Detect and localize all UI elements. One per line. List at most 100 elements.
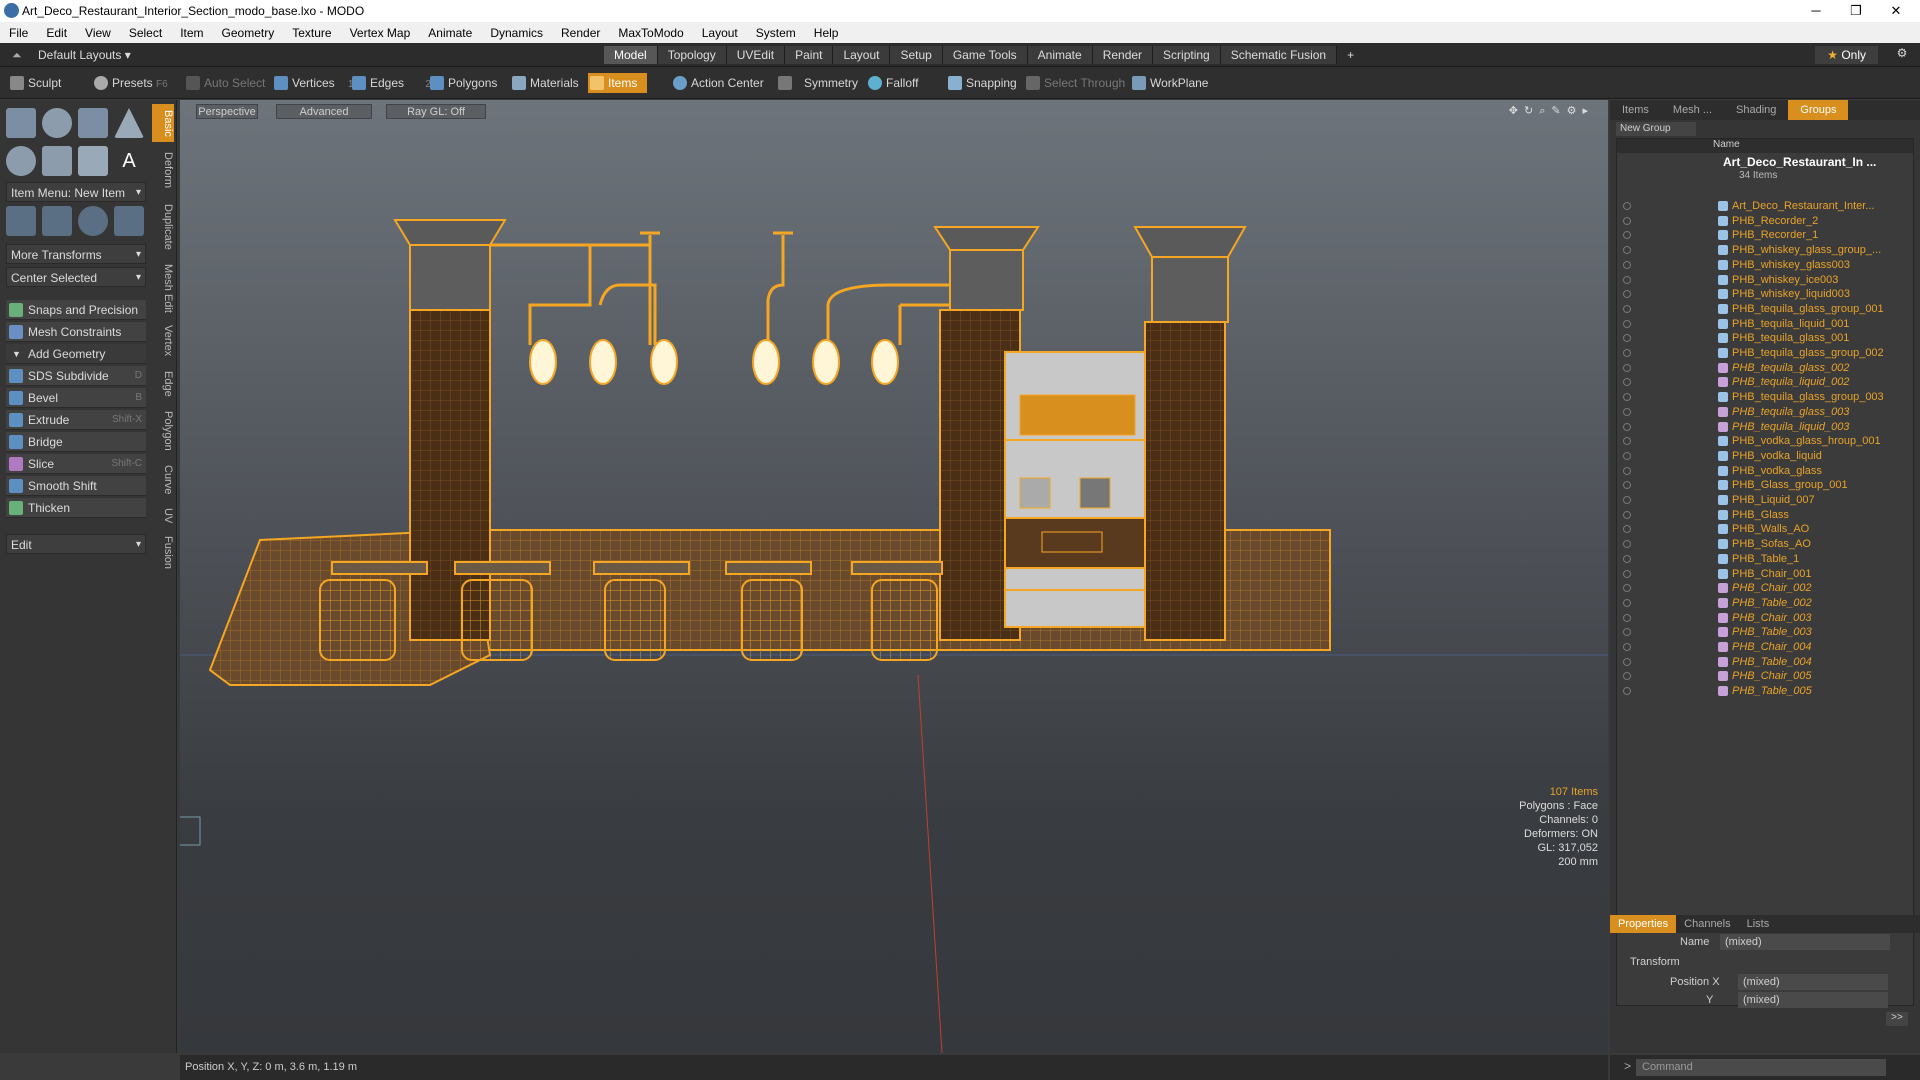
vtab-duplicate[interactable]: Duplicate [152,198,174,256]
tab-animate[interactable]: Animate [1027,46,1093,64]
visibility-icon[interactable] [1623,304,1631,313]
3d-viewport[interactable]: Perspective Advanced Ray GL: Off ✥↻⌕✎⚙▸ [180,100,1608,1053]
vtab-fusion[interactable]: Fusion [152,532,174,574]
materials-button[interactable]: Materials [510,73,579,93]
sds-subdivide-button[interactable]: SDS Subdivide D [6,366,146,386]
thicken-button[interactable]: Thicken [6,498,146,518]
layouts-dropdown[interactable]: ⏶ Default Layouts ▾ [8,46,131,64]
menu-view[interactable]: View [76,26,120,40]
capsule-tool-icon[interactable] [42,146,72,176]
transform-tool-icon[interactable] [114,206,144,236]
sculpt-button[interactable]: Sculpt [8,73,61,93]
move-tool-icon[interactable] [6,206,36,236]
visibility-icon[interactable] [1623,231,1631,240]
bevel-button[interactable]: Bevel B [6,388,146,408]
tab-schematic-fusion[interactable]: Schematic Fusion [1220,46,1338,64]
visibility-icon[interactable] [1623,378,1631,387]
vtab-basic[interactable]: Basic [152,104,174,142]
workplane-button[interactable]: WorkPlane [1130,73,1208,93]
tab-lists[interactable]: Lists [1739,915,1778,933]
gear-icon[interactable]: ⚙ [1892,46,1912,64]
auto-select-button[interactable]: Auto Select [184,73,265,93]
menu-edit[interactable]: Edit [37,26,76,40]
slice-button[interactable]: Slice Shift-C [6,454,146,474]
visibility-icon[interactable] [1623,422,1631,431]
close-button[interactable]: ✕ [1876,0,1916,22]
vtab-polygon[interactable]: Polygon [152,406,174,456]
visibility-icon[interactable] [1623,554,1631,563]
sphere-tool-icon[interactable] [42,108,72,138]
polygons-button[interactable]: Polygons [428,73,497,93]
menu-maxtomodo[interactable]: MaxToModo [609,26,692,40]
visibility-icon[interactable] [1623,334,1631,343]
command-input[interactable]: Command [1636,1059,1886,1076]
maximize-button[interactable]: ❐ [1836,0,1876,22]
cylinder-tool-icon[interactable] [78,108,108,138]
menu-select[interactable]: Select [120,26,171,40]
visibility-icon[interactable] [1623,643,1631,651]
visibility-icon[interactable] [1623,407,1631,416]
vtab-deform[interactable]: Deform [152,146,174,194]
add-geometry-header[interactable]: ▼ Add Geometry [6,344,146,364]
center-selected-dropdown[interactable]: Center Selected [6,267,146,288]
smooth-shift-button[interactable]: Smooth Shift [6,476,146,496]
name-field[interactable]: (mixed) [1720,934,1890,950]
menu-render[interactable]: Render [552,26,609,40]
more-properties-button[interactable]: >> [1886,1012,1908,1026]
edit-dropdown[interactable]: Edit [6,534,146,555]
tab-mesh[interactable]: Mesh ... [1661,100,1724,120]
group-name[interactable]: Art_Deco_Restaurant_In ... [1723,155,1876,169]
vtab-vertex[interactable]: Vertex [152,320,174,362]
visibility-icon[interactable] [1623,202,1631,210]
visibility-icon[interactable] [1623,260,1631,269]
presets-button[interactable]: Presets F6 [92,73,168,93]
visibility-icon[interactable] [1623,584,1631,593]
visibility-icon[interactable] [1623,290,1631,299]
cube-tool-icon[interactable] [6,108,36,138]
menu-file[interactable]: File [0,26,37,40]
vertices-button[interactable]: Vertices 1 [272,73,354,93]
visibility-icon[interactable] [1623,393,1631,402]
falloff-button[interactable]: Falloff [866,73,918,93]
tab-setup[interactable]: Setup [890,46,943,64]
visibility-icon[interactable] [1623,275,1631,284]
new-group-button[interactable]: New Group [1616,122,1696,136]
visibility-icon[interactable] [1623,613,1631,622]
visibility-icon[interactable] [1623,319,1631,328]
snapping-button[interactable]: Snapping [946,73,1017,93]
visibility-icon[interactable] [1623,540,1631,549]
torus-tool-icon[interactable] [6,146,36,176]
rotate-tool-icon[interactable] [42,206,72,236]
minimize-button[interactable]: ─ [1796,0,1836,22]
visibility-icon[interactable] [1623,510,1631,519]
only-button[interactable]: ★ Only [1815,46,1878,64]
vtab-mesh-edit[interactable]: Mesh Edit [152,260,174,316]
visibility-icon[interactable] [1623,672,1631,681]
menu-animate[interactable]: Animate [419,26,481,40]
visibility-icon[interactable] [1623,481,1631,490]
visibility-icon[interactable] [1623,437,1631,446]
edges-button[interactable]: Edges 2 [350,73,431,93]
vtab-curve[interactable]: Curve [152,460,174,500]
tab-uvedit[interactable]: UVEdit [726,46,786,64]
tab-channels[interactable]: Channels [1676,915,1738,933]
bridge-button[interactable]: Bridge [6,432,146,452]
group-item-row[interactable]: PHB_Table_005 [1617,682,1913,700]
menu-geometry[interactable]: Geometry [213,26,284,40]
visibility-icon[interactable] [1623,246,1631,255]
snaps-precision-button[interactable]: Snaps and Precision [6,300,146,320]
select-through-button[interactable]: Select Through [1024,73,1125,93]
position-x-field[interactable]: (mixed) [1738,974,1888,990]
item-menu-dropdown[interactable]: Item Menu: New Item [6,182,146,203]
visibility-icon[interactable] [1623,569,1631,578]
position-y-field[interactable]: (mixed) [1738,992,1888,1008]
items-button[interactable]: Items [588,73,648,93]
vtab-edge[interactable]: Edge [152,366,174,402]
visibility-icon[interactable] [1623,363,1631,372]
menu-texture[interactable]: Texture [283,26,340,40]
visibility-icon[interactable] [1623,349,1631,357]
visibility-icon[interactable] [1623,687,1631,696]
menu-dynamics[interactable]: Dynamics [481,26,552,40]
visibility-icon[interactable] [1623,598,1631,607]
menu-help[interactable]: Help [805,26,848,40]
